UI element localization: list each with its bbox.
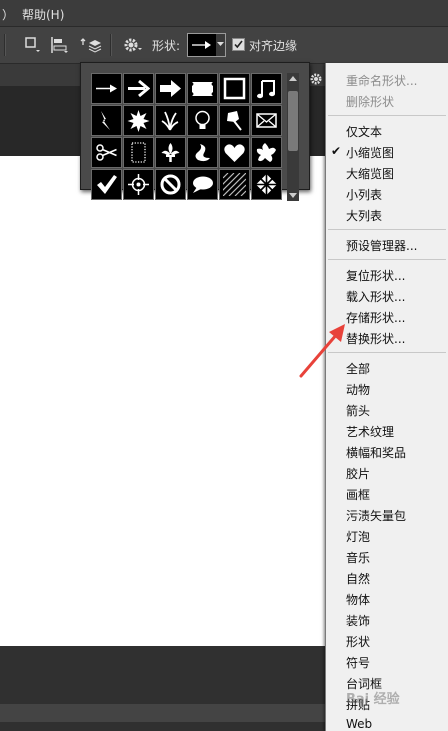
ornament-icon[interactable] bbox=[187, 137, 218, 168]
menu-text-only[interactable]: 仅文本 bbox=[346, 123, 382, 140]
menu-library-item[interactable]: 装饰 bbox=[346, 612, 370, 629]
gear-icon[interactable] bbox=[309, 72, 323, 86]
menu-small-thumbnail[interactable]: 小缩览图 bbox=[346, 144, 394, 161]
menu-library-item[interactable]: Web bbox=[346, 717, 372, 731]
menu-delete-shape[interactable]: 删除形状 bbox=[346, 93, 394, 110]
menu-library-item[interactable]: 箭头 bbox=[346, 402, 370, 419]
speech-bubble-icon[interactable] bbox=[187, 169, 218, 200]
menu-library-item[interactable]: 画框 bbox=[346, 486, 370, 503]
path-operations-icon[interactable] bbox=[24, 36, 40, 54]
checker-pattern-icon[interactable] bbox=[251, 169, 282, 200]
menu-library-item[interactable]: 物体 bbox=[346, 591, 370, 608]
diagonal-pattern-icon[interactable] bbox=[219, 169, 250, 200]
menu-large-list[interactable]: 大列表 bbox=[346, 207, 382, 224]
menu-library-item[interactable]: 横幅和奖品 bbox=[346, 444, 406, 461]
align-edges-checkbox[interactable] bbox=[232, 38, 245, 51]
menu-library-item[interactable]: 符号 bbox=[346, 654, 370, 671]
checkmark-icon: ✔ bbox=[331, 144, 342, 158]
no-sign-icon[interactable] bbox=[155, 169, 186, 200]
menu-divider bbox=[328, 259, 446, 260]
starburst-icon[interactable] bbox=[123, 105, 154, 136]
envelope-icon[interactable] bbox=[251, 105, 282, 136]
splat-icon[interactable] bbox=[251, 137, 282, 168]
lightbulb-icon[interactable] bbox=[187, 105, 218, 136]
scroll-thumb[interactable] bbox=[288, 91, 298, 151]
divider bbox=[110, 34, 112, 56]
menu-library-item[interactable]: 污渍矢量包 bbox=[346, 507, 406, 524]
menu-library-item[interactable]: 胶片 bbox=[346, 465, 370, 482]
menu-bar: ） 帮助(H) bbox=[0, 0, 448, 27]
menu-item-partial[interactable]: ） bbox=[2, 6, 14, 23]
shape-dropdown-button[interactable] bbox=[216, 33, 226, 57]
path-alignment-icon[interactable] bbox=[50, 36, 70, 54]
music-note-icon[interactable] bbox=[251, 73, 282, 104]
gear-icon[interactable] bbox=[122, 36, 144, 54]
thin-arrow-icon[interactable] bbox=[91, 73, 122, 104]
menu-preset-manager[interactable]: 预设管理器... bbox=[346, 237, 417, 254]
block-arrow-icon[interactable] bbox=[155, 73, 186, 104]
lightning-icon[interactable] bbox=[91, 105, 122, 136]
menu-reset-shapes[interactable]: 复位形状... bbox=[346, 267, 405, 284]
menu-library-item[interactable]: 自然 bbox=[346, 570, 370, 587]
dotted-frame-icon[interactable] bbox=[123, 137, 154, 168]
shape-swatch[interactable] bbox=[187, 33, 217, 57]
fleur-de-lis-icon[interactable] bbox=[155, 137, 186, 168]
menu-rename-shape[interactable]: 重命名形状... bbox=[346, 72, 417, 89]
menu-help[interactable]: 帮助(H) bbox=[22, 6, 64, 23]
scroll-down-icon[interactable] bbox=[289, 193, 297, 199]
pushpin-icon[interactable] bbox=[219, 105, 250, 136]
menu-library-item[interactable]: 动物 bbox=[346, 381, 370, 398]
frame-icon[interactable] bbox=[219, 73, 250, 104]
scissors-icon[interactable] bbox=[91, 137, 122, 168]
checkmark-icon bbox=[234, 40, 243, 49]
divider bbox=[4, 34, 6, 56]
menu-library-item[interactable]: 灯泡 bbox=[346, 528, 370, 545]
checkmark-icon[interactable] bbox=[91, 169, 122, 200]
bold-arrow-icon[interactable] bbox=[123, 73, 154, 104]
menu-divider bbox=[328, 229, 446, 230]
align-edges-label: 对齐边缘 bbox=[249, 39, 298, 53]
menu-load-shapes[interactable]: 载入形状... bbox=[346, 288, 405, 305]
menu-library-item[interactable]: 音乐 bbox=[346, 549, 370, 566]
heart-icon[interactable] bbox=[219, 137, 250, 168]
shape-label: 形状: bbox=[152, 39, 181, 53]
document-canvas[interactable] bbox=[0, 156, 330, 646]
path-arrangement-icon[interactable] bbox=[80, 36, 102, 54]
thin-arrow-icon bbox=[192, 41, 211, 49]
banner-icon[interactable] bbox=[187, 73, 218, 104]
shape-picker-panel bbox=[80, 62, 310, 201]
menu-divider bbox=[328, 115, 446, 116]
target-icon[interactable] bbox=[123, 169, 154, 200]
shape-picker-menu: 重命名形状... 删除形状 仅文本 ✔ 小缩览图 大缩览图 小列表 大列表 预设… bbox=[325, 63, 448, 731]
annotation-arrow-icon bbox=[299, 324, 345, 378]
menu-library-item[interactable]: 形状 bbox=[346, 633, 370, 650]
menu-small-list[interactable]: 小列表 bbox=[346, 186, 382, 203]
shape-picker-scrollbar[interactable] bbox=[287, 73, 299, 201]
menu-library-item[interactable]: 艺术纹理 bbox=[346, 423, 394, 440]
menu-large-thumbnail[interactable]: 大缩览图 bbox=[346, 165, 394, 182]
options-bar: 形状: 对齐边缘 bbox=[0, 27, 448, 64]
grass-icon[interactable] bbox=[155, 105, 186, 136]
shape-grid bbox=[91, 73, 283, 203]
chevron-down-icon bbox=[217, 42, 224, 46]
scroll-up-icon[interactable] bbox=[289, 75, 297, 81]
watermark: Bai 经验 bbox=[346, 692, 400, 707]
